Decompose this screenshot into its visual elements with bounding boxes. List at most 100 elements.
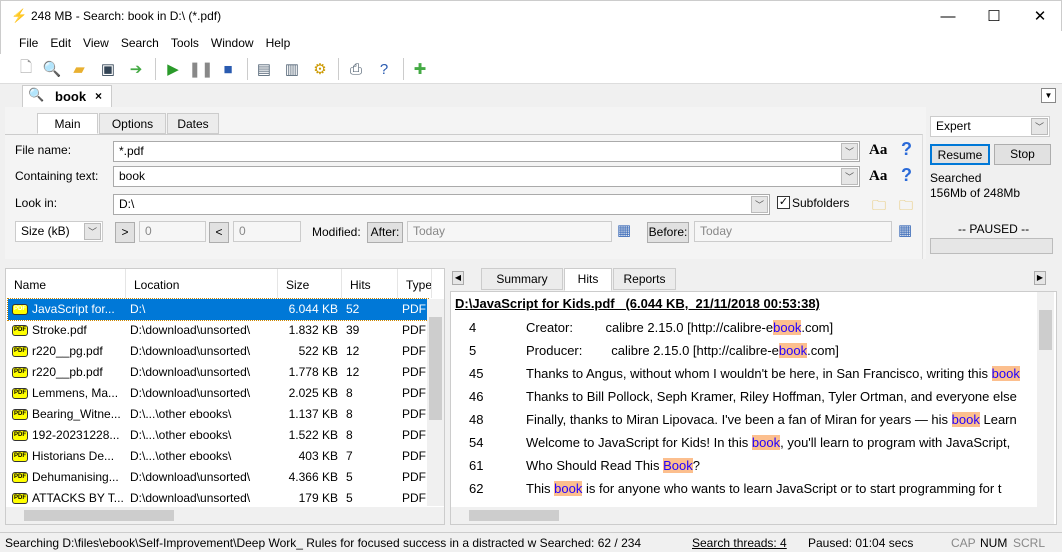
- new-icon[interactable]: 🗋: [15, 58, 37, 80]
- start-icon[interactable]: ▶: [162, 58, 184, 80]
- hit-line[interactable]: 5 Producer: calibre 2.15.0 [http://calib…: [451, 339, 1035, 362]
- hit-line[interactable]: 61 Who Should Read This Book?: [451, 454, 1035, 477]
- scroll-thumb[interactable]: [24, 510, 174, 521]
- cell-size: 403 KB: [298, 449, 338, 463]
- case-sensitive-icon[interactable]: Aa: [869, 142, 887, 159]
- after-button[interactable]: After:: [367, 222, 403, 243]
- before-button[interactable]: Before:: [647, 222, 689, 243]
- menu-view[interactable]: View: [77, 31, 115, 50]
- hit-line[interactable]: 45 Thanks to Angus, without whom I would…: [451, 362, 1035, 385]
- chevron-down-icon[interactable]: ﹀: [1031, 118, 1048, 135]
- file-name-input[interactable]: *.pdf ﹀: [113, 141, 860, 162]
- hit-line[interactable]: 46 Thanks to Bill Pollock, Seph Kramer, …: [451, 385, 1035, 408]
- calendar-icon[interactable]: ▦: [617, 221, 631, 239]
- vertical-scrollbar[interactable]: [1037, 292, 1054, 507]
- after-date-input[interactable]: Today: [407, 221, 612, 242]
- tabs-scroll-right[interactable]: ▶: [1034, 271, 1046, 285]
- table-row[interactable]: PDF JavaScript for... D:\ 6.044 KB 52 PD…: [7, 298, 429, 321]
- menu-window[interactable]: Window: [205, 31, 260, 50]
- menu-search[interactable]: Search: [115, 31, 165, 50]
- search-tab-book[interactable]: 🔍 book ×: [22, 85, 112, 107]
- horizontal-scrollbar[interactable]: [451, 507, 1054, 524]
- less-than-button[interactable]: <: [209, 222, 229, 243]
- chevron-down-icon[interactable]: ﹀: [841, 143, 858, 160]
- case-sensitive-icon[interactable]: Aa: [869, 168, 887, 185]
- minimize-button[interactable]: —: [925, 1, 971, 32]
- tab-hits[interactable]: Hits: [564, 268, 612, 291]
- tab-close-icon[interactable]: ×: [95, 89, 102, 103]
- table-row[interactable]: PDF r220__pb.pdf D:\download\unsorted\ 1…: [8, 362, 428, 383]
- save-icon[interactable]: ▣: [97, 58, 119, 80]
- tabs-menu-button[interactable]: ▼: [1041, 88, 1056, 103]
- size-select[interactable]: Size (kB) ﹀: [15, 221, 103, 242]
- subfolders-checkbox[interactable]: ✓: [777, 196, 790, 209]
- pdf-file-icon: PDF: [12, 451, 28, 462]
- chevron-down-icon[interactable]: ﹀: [84, 223, 101, 240]
- help-icon[interactable]: ?: [901, 165, 912, 186]
- column-type[interactable]: Type: [398, 269, 432, 298]
- column-name[interactable]: Name: [6, 269, 126, 298]
- vertical-scrollbar[interactable]: [427, 299, 444, 506]
- column-size[interactable]: Size: [278, 269, 342, 298]
- chevron-down-icon[interactable]: ﹀: [841, 168, 858, 185]
- options-icon[interactable]: ⚙: [309, 58, 331, 80]
- tools-add-icon[interactable]: ✚: [409, 58, 431, 80]
- tab-dates[interactable]: Dates: [167, 113, 219, 134]
- open-search-icon[interactable]: 🔍: [41, 58, 63, 80]
- view-icon[interactable]: ▤: [253, 58, 275, 80]
- table-row[interactable]: PDF r220__pg.pdf D:\download\unsorted\ 5…: [8, 341, 428, 362]
- table-row[interactable]: PDF ATTACKS BY T... D:\download\unsorted…: [8, 488, 428, 509]
- resume-button[interactable]: Resume: [930, 144, 990, 165]
- layout-icon[interactable]: ▥: [281, 58, 303, 80]
- maximize-button[interactable]: ☐: [971, 1, 1017, 32]
- table-row[interactable]: PDF Bearing_Witne... D:\...\other ebooks…: [8, 404, 428, 425]
- calendar-icon[interactable]: ▦: [898, 221, 912, 239]
- scroll-thumb[interactable]: [1039, 310, 1052, 350]
- menu-edit[interactable]: Edit: [44, 31, 77, 50]
- tab-main[interactable]: Main: [37, 113, 98, 134]
- max-size-input[interactable]: 0: [233, 221, 301, 242]
- search-threads-link[interactable]: Search threads: 4: [692, 536, 787, 550]
- tabs-scroll-left[interactable]: ◀: [452, 271, 464, 285]
- scroll-thumb[interactable]: [429, 317, 442, 420]
- containing-text-input[interactable]: book ﹀: [113, 166, 860, 187]
- before-date-input[interactable]: Today: [694, 221, 892, 242]
- pdf-file-icon: PDF: [12, 367, 28, 378]
- greater-than-button[interactable]: >: [115, 222, 135, 243]
- hit-line[interactable]: 62 This book is for anyone who wants to …: [451, 477, 1035, 500]
- help-icon[interactable]: ?: [901, 139, 912, 160]
- table-row[interactable]: PDF Dehumanising... D:\download\unsorted…: [8, 467, 428, 488]
- mode-select[interactable]: Expert ﹀: [930, 116, 1050, 137]
- stop-button[interactable]: Stop: [994, 144, 1051, 165]
- export-icon[interactable]: ➔: [125, 58, 147, 80]
- open-folder-icon[interactable]: ▰: [68, 58, 90, 80]
- tab-summary[interactable]: Summary: [481, 268, 563, 290]
- pause-icon[interactable]: ❚❚: [188, 58, 213, 80]
- table-row[interactable]: PDF Stroke.pdf D:\download\unsorted\ 1.8…: [8, 320, 428, 341]
- table-row[interactable]: PDF 192-20231228... D:\...\other ebooks\…: [8, 425, 428, 446]
- chevron-down-icon[interactable]: ﹀: [751, 196, 768, 213]
- tab-options[interactable]: Options: [99, 113, 166, 134]
- horizontal-scrollbar[interactable]: [6, 507, 444, 524]
- menu-help[interactable]: Help: [260, 31, 297, 50]
- menu-file[interactable]: File: [13, 31, 44, 50]
- hit-line[interactable]: 48 Finally, thanks to Miran Lipovaca. I'…: [451, 408, 1035, 431]
- hit-line[interactable]: 4 Creator: calibre 2.15.0 [http://calibr…: [451, 316, 1035, 339]
- folders-icon[interactable]: 🗀: [899, 195, 913, 219]
- menu-tools[interactable]: Tools: [165, 31, 205, 50]
- close-button[interactable]: ✕: [1017, 1, 1062, 32]
- folder-icon[interactable]: 🗀: [872, 195, 886, 219]
- hit-line[interactable]: 54 Welcome to JavaScript for Kids! In th…: [451, 431, 1035, 454]
- tab-reports[interactable]: Reports: [613, 268, 676, 290]
- column-hits[interactable]: Hits: [342, 269, 398, 298]
- print-icon[interactable]: ⎙: [345, 58, 367, 80]
- help-icon[interactable]: ?: [373, 58, 395, 80]
- stop-icon[interactable]: ■: [217, 58, 239, 80]
- look-in-input[interactable]: D:\ ﹀: [113, 194, 770, 215]
- column-location[interactable]: Location: [126, 269, 278, 298]
- scroll-thumb[interactable]: [469, 510, 559, 521]
- table-row[interactable]: PDF Lemmens, Ma... D:\download\unsorted\…: [8, 383, 428, 404]
- table-row[interactable]: PDF Historians De... D:\...\other ebooks…: [8, 446, 428, 467]
- preview-file-header[interactable]: D:\JavaScript for Kids.pdf (6.044 KB, 21…: [455, 296, 820, 311]
- min-size-input[interactable]: 0: [139, 221, 206, 242]
